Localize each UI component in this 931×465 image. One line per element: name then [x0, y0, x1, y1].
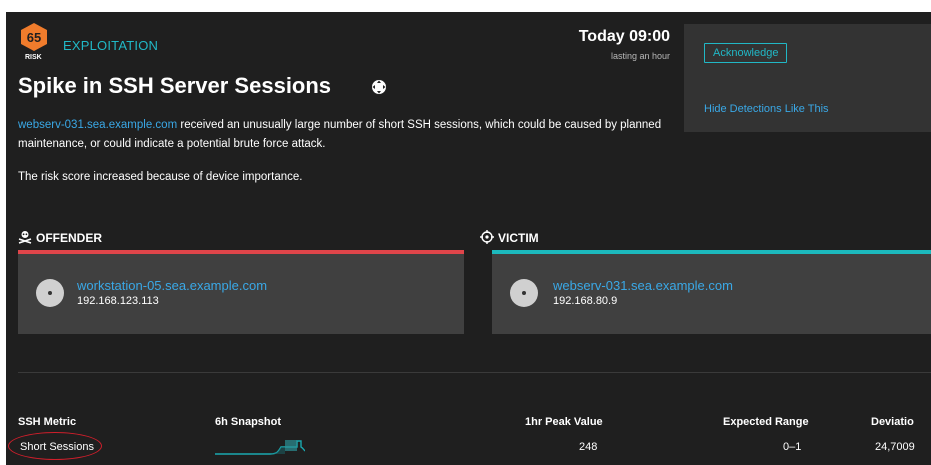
column-header-metric: SSH Metric	[18, 416, 77, 428]
risk-score-badge: 65	[21, 23, 47, 51]
offender-card[interactable]: workstation-05.sea.example.com 192.168.1…	[18, 254, 464, 334]
victim-ip: 192.168.80.9	[553, 295, 618, 307]
risk-note: The risk score increased because of devi…	[18, 171, 303, 183]
detection-time: Today 09:00	[578, 28, 670, 45]
detection-duration: lasting an hour	[610, 51, 670, 61]
deviation-value: 24,7009	[875, 441, 915, 453]
highlight-annotation	[8, 432, 102, 460]
offender-ip: 192.168.123.113	[77, 295, 159, 307]
move-cursor-icon	[371, 79, 387, 95]
victim-heading: VICTIM	[498, 231, 539, 245]
device-icon	[510, 279, 538, 307]
expected-range: 0–1	[783, 441, 802, 453]
column-header-deviation: Deviatio	[871, 416, 914, 428]
offender-heading: OFFENDER	[36, 231, 102, 245]
risk-label: RISK	[25, 54, 42, 61]
column-header-snapshot: 6h Snapshot	[215, 416, 282, 428]
detection-panel: 65 RISK EXPLOITATION Spike in SSH Server…	[6, 12, 931, 465]
action-panel: Acknowledge Hide Detections Like This	[684, 24, 931, 132]
device-icon	[36, 279, 64, 307]
offender-device-name[interactable]: workstation-05.sea.example.com	[77, 278, 267, 293]
description-device-link[interactable]: webserv-031.sea.example.com	[18, 119, 177, 131]
snapshot-sparkline[interactable]	[215, 436, 305, 458]
skull-crossbones-icon	[18, 231, 32, 244]
detection-description: webserv-031.sea.example.com received an …	[18, 116, 668, 154]
peak-value: 248	[579, 441, 598, 453]
column-header-expected: Expected Range	[723, 416, 809, 428]
target-crosshair-icon	[480, 230, 494, 244]
risk-score-value: 65	[27, 30, 41, 45]
section-divider	[18, 372, 931, 373]
detection-category: EXPLOITATION	[63, 38, 159, 53]
victim-device-name[interactable]: webserv-031.sea.example.com	[553, 278, 733, 293]
acknowledge-button[interactable]: Acknowledge	[704, 43, 788, 63]
detection-title: Spike in SSH Server Sessions	[18, 73, 332, 98]
hide-detections-link[interactable]: Hide Detections Like This	[704, 103, 829, 115]
column-header-peak: 1hr Peak Value	[525, 416, 603, 428]
victim-card[interactable]: webserv-031.sea.example.com 192.168.80.9	[492, 254, 931, 334]
